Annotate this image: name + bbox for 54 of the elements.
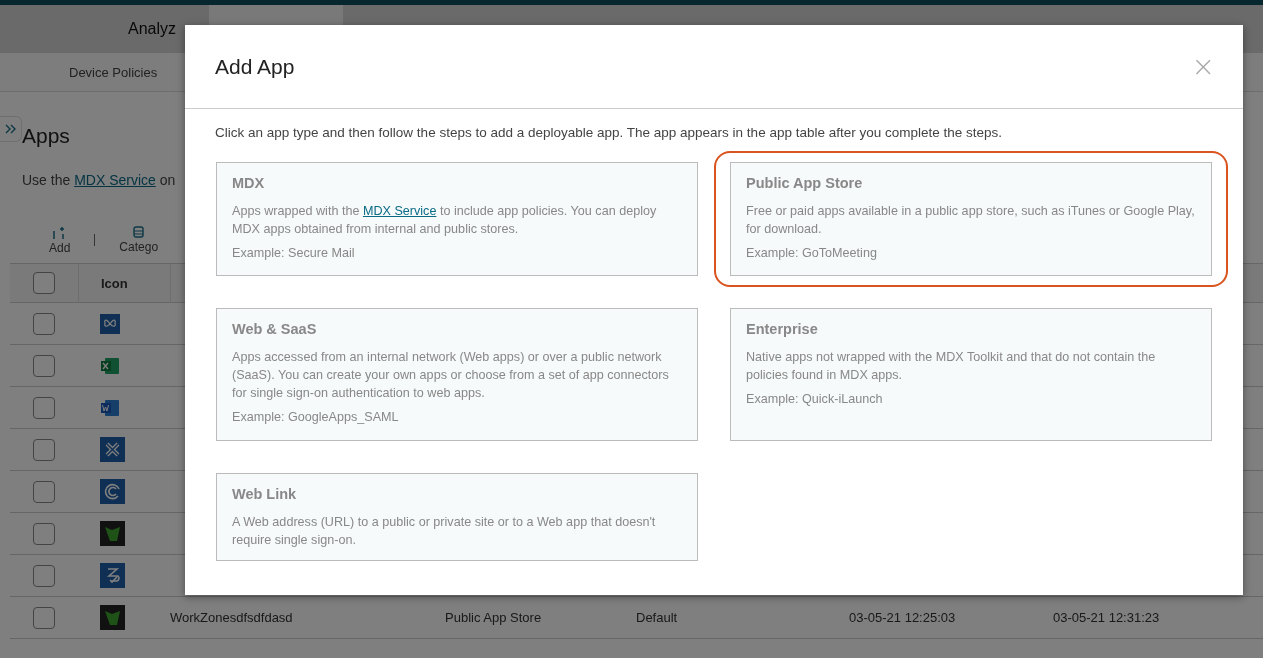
stack-icon [133, 226, 145, 238]
app-icon [100, 563, 125, 588]
select-all-checkbox[interactable] [33, 272, 55, 294]
mdx-service-link[interactable]: MDX Service [74, 172, 156, 188]
card-description: Apps accessed from an internal network (Web apps) or over a public network (SaaS). You can create your own apps or choose from a set of app connectors for single sign-on authentication to web apps. [232, 349, 670, 402]
row-checkbox[interactable] [33, 480, 55, 503]
card-example: Example: Quick-iLaunch [746, 392, 884, 406]
app-icon [100, 313, 120, 334]
double-chevron-icon [4, 124, 17, 134]
expand-button[interactable] [0, 116, 22, 142]
close-button[interactable]: × [1191, 52, 1215, 81]
table-cell-text: Default [636, 610, 679, 625]
row-checkbox[interactable] [33, 522, 55, 545]
app-type-card[interactable]: MDX Apps wrapped with the MDX Service to include app policies. You can deploy MDX apps obtained from internal and public stores. Example: Secure Mail [216, 162, 698, 276]
card-title: MDX [232, 175, 266, 191]
card-example: Example: Secure Mail [232, 246, 356, 260]
app-icon [100, 521, 125, 546]
row-checkbox[interactable] [33, 312, 55, 335]
card-description: A Web address (URL) to a public or private site or to a Web app that doesn't require single sign-on. [232, 514, 657, 549]
document-icon [100, 398, 120, 417]
app-icon [100, 479, 125, 504]
app-type-card[interactable] [216, 308, 698, 441]
app-icon [100, 605, 125, 630]
row-checkbox[interactable] [33, 354, 55, 377]
table-cell-text: 03-05-21 12:25:03 [849, 610, 957, 625]
page-title: Apps [22, 124, 70, 148]
table-cell-text: Public App Store [445, 610, 543, 625]
app-type-card[interactable]: Public App Store Free or paid apps available in a public app store, such as iTunes or Google Play, for download. Example: GoToMeeting [730, 162, 1212, 276]
row-checkbox[interactable] [33, 606, 55, 629]
mdx-service-link[interactable]: MDX Service [362, 204, 437, 218]
app-type-card[interactable]: Enterprise Native apps not wrapped with the MDX Toolkit and that do not contain the policies found in MDX apps. Example: Quick-iLaunch [730, 308, 1212, 441]
card-title: Enterprise [746, 321, 819, 337]
category-button[interactable]: Catego [119, 226, 159, 254]
card-description: Apps wrapped with the MDX Service to include app policies. You can deploy MDX apps obtained from internal and public stores. [232, 203, 658, 238]
column-header: Icon [79, 264, 171, 302]
card-description: Free or paid apps available in a public app store, such as iTunes or Google Play, for download. [746, 203, 1196, 238]
spreadsheet-icon [100, 356, 120, 375]
card-title: Web & SaaS [232, 321, 318, 337]
sub-nav-link[interactable]: Device Policies [69, 64, 158, 80]
row-checkbox[interactable] [33, 438, 55, 461]
add-button[interactable]: Add [49, 225, 71, 255]
card-title: Web Link [232, 486, 298, 502]
dialog-description: Click an app type and then follow the steps to add a deployable app. The app appears in the app table after you complete the steps. [215, 125, 1004, 140]
table-cell: 03-05-21 12:31:23 [1053, 610, 1160, 625]
app-icon [100, 437, 125, 462]
card-example: Example: GoogleApps_SAML [232, 410, 400, 424]
table-cell-text: WorkZonesdfsdfdasd [170, 610, 294, 625]
card-description: Native apps not wrapped with the MDX Toolkit and that do not contain the policies found in MDX apps. [746, 349, 1157, 384]
card-example: Example: GoToMeeting [746, 246, 878, 260]
row-checkbox[interactable] [33, 564, 55, 587]
card-title: Public App Store [746, 175, 864, 191]
dialog-title: Add App [215, 54, 295, 79]
row-checkbox[interactable] [33, 396, 55, 419]
app-type-card[interactable]: Web Link A Web address (URL) to a public or private site or to a Web app that doesn't require single sign-on. [216, 473, 698, 561]
